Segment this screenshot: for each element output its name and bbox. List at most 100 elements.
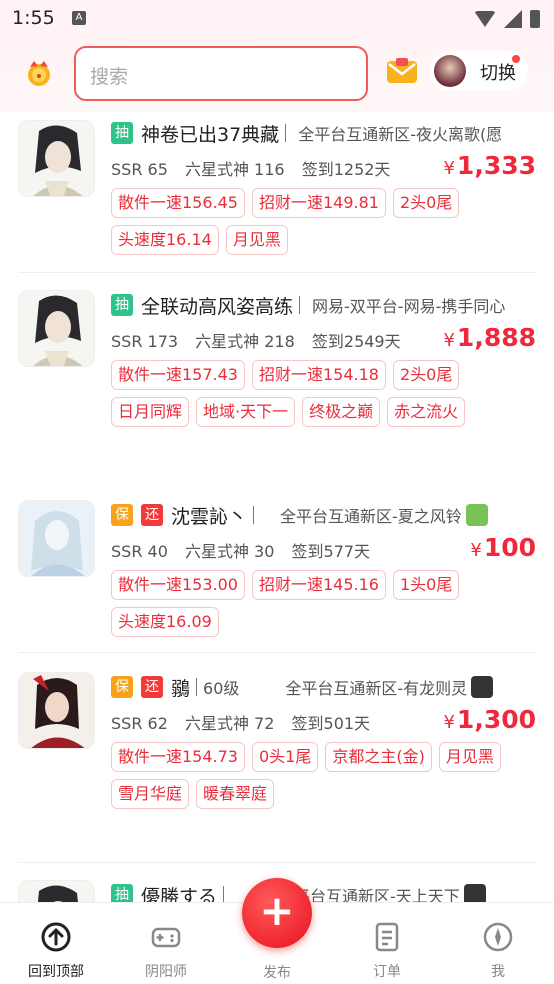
nav-label: 我 — [491, 964, 505, 980]
listing-server: 全平台互通新区-夜火离歌(愿 — [298, 125, 503, 144]
price-value: 100 — [483, 533, 536, 562]
listing-price: ¥1,300 — [443, 705, 536, 734]
list-item[interactable]: 抽 神卷已出37典藏 全平台互通新区-夜火离歌(愿 SSR 65 六星式神 11… — [0, 112, 554, 273]
document-icon — [375, 922, 399, 952]
guarantee-tag: 保 — [111, 676, 133, 698]
attribute-chip: 头速度16.14 — [111, 225, 219, 255]
gamepad-icon — [151, 927, 181, 948]
list-item[interactable]: 保 还 沈雲訫丶 全平台互通新区-夏之风铃 SSR 40 六星式神 30 签到5… — [0, 492, 554, 653]
attribute-chip: 招财一速145.16 — [252, 570, 386, 600]
draw-tag: 抽 — [111, 294, 133, 316]
search-placeholder: 搜索 — [90, 66, 129, 88]
attribute-chip: 地域·天下一 — [196, 397, 296, 427]
signin-days: 签到1252天 — [301, 160, 391, 179]
attribute-chip: 雪月华庭 — [111, 779, 190, 809]
attribute-chip: 月见黑 — [225, 225, 288, 255]
attribute-chip: 月见黑 — [438, 742, 501, 772]
currency-symbol: ¥ — [470, 540, 482, 561]
divider — [196, 678, 198, 696]
listing-server: 网易-双平台-网易-携手同心 — [312, 297, 506, 316]
divider — [285, 124, 287, 142]
price-value: 1,888 — [456, 323, 536, 352]
six-star-count: 六星式神 72 — [184, 714, 275, 733]
ssr-count: SSR 62 — [111, 714, 168, 733]
listing-list[interactable]: 抽 神卷已出37典藏 全平台互通新区-夜火离歌(愿 SSR 65 六星式神 11… — [0, 112, 554, 902]
switch-label: 切换 — [480, 63, 516, 84]
listing-stats: SSR 65 六星式神 116 签到1252天 — [111, 156, 402, 180]
listing-title: 全联动高风姿高练 — [141, 295, 294, 318]
app-screen: 1:55 A 搜索 切换 抽 神卷已出37典藏 全平台互通新区-夜火离歌(愿 S… — [0, 0, 554, 984]
listing-chips: 散件一速156.45 招财一速149.81 2头0尾 头速度16.14 月见黑 — [111, 188, 541, 255]
return-tag: 还 — [141, 676, 163, 698]
nav-label: 回到顶部 — [28, 964, 84, 980]
plus-icon: + — [259, 886, 295, 935]
battery-icon — [530, 10, 540, 28]
divider — [223, 886, 225, 902]
six-star-count: 六星式神 218 — [195, 332, 295, 351]
listing-title: 鶸 — [171, 677, 191, 700]
attribute-chip: 京都之主(金) — [325, 742, 432, 772]
character-portrait-image — [19, 881, 94, 902]
signal-icon — [504, 10, 522, 28]
listing-title: 神卷已出37典藏 — [141, 123, 280, 146]
ssr-count: SSR 40 — [111, 542, 168, 561]
attribute-chip: 散件一速156.45 — [111, 188, 245, 218]
listing-thumbnail — [18, 500, 95, 577]
avatar — [434, 55, 466, 87]
status-time: 1:55 — [12, 7, 55, 29]
signin-days: 签到2549天 — [311, 332, 401, 351]
notification-dot — [512, 55, 520, 63]
character-portrait-image — [19, 291, 94, 366]
nav-label: 阴阳师 — [145, 964, 187, 980]
arrow-up-circle-icon — [41, 922, 71, 952]
nav-back-to-top[interactable]: 回到顶部 — [16, 921, 96, 981]
draw-tag: 抽 — [111, 884, 133, 902]
bell-icon[interactable] — [24, 58, 54, 88]
listing-price: ¥100 — [470, 533, 536, 562]
attribute-chip: 散件一速154.73 — [111, 742, 245, 772]
switch-account-button[interactable]: 切换 — [430, 51, 528, 91]
attribute-chip: 散件一速157.43 — [111, 360, 245, 390]
ssr-count: SSR 173 — [111, 332, 179, 351]
listing-title: 優勝する — [141, 885, 218, 903]
price-value: 1,333 — [456, 151, 536, 180]
listing-level: 60级 — [203, 679, 240, 698]
character-portrait-image — [19, 673, 94, 748]
publish-button[interactable]: + — [242, 878, 312, 948]
price-value: 1,300 — [456, 705, 536, 734]
listing-title-row: 保 还 沈雲訫丶 全平台互通新区-夏之风铃 — [111, 500, 488, 530]
attribute-chip: 1头0尾 — [393, 570, 460, 600]
character-portrait-image — [19, 121, 94, 196]
listing-price: ¥1,888 — [443, 323, 536, 352]
attribute-chip: 终极之巅 — [302, 397, 381, 427]
nav-onmyoji[interactable]: 阴阳师 — [126, 921, 206, 981]
nav-orders[interactable]: 订单 — [347, 921, 427, 981]
attribute-chip: 赤之流火 — [387, 397, 466, 427]
list-item[interactable]: 保 还 鶸 60级 全平台互通新区-有龙则灵 SSR 62 六星式神 72 签到… — [0, 652, 554, 863]
attribute-chip: 日月同辉 — [111, 397, 190, 427]
listing-chips: 散件一速153.00 招财一速145.16 1头0尾 头速度16.09 — [111, 570, 541, 637]
attribute-chip: 2头0尾 — [393, 360, 460, 390]
status-icons — [474, 10, 540, 28]
list-item[interactable]: 抽 全联动高风姿高练 网易-双平台-网易-携手同心 SSR 173 六星式神 2… — [0, 272, 554, 492]
listing-thumbnail — [18, 672, 95, 749]
listing-thumbnail — [18, 290, 95, 367]
listing-stats: SSR 40 六星式神 30 签到577天 — [111, 538, 382, 562]
draw-tag: 抽 — [111, 122, 133, 144]
listing-chips: 散件一速157.43 招财一速154.18 2头0尾 日月同辉 地域·天下一 终… — [111, 360, 541, 427]
listing-title-row: 抽 全联动高风姿高练 网易-双平台-网易-携手同心 — [111, 290, 505, 320]
listing-chips: 散件一速154.73 0头1尾 京都之主(金) 月见黑 雪月华庭 暖春翠庭 — [111, 742, 541, 809]
listing-title-row: 抽 神卷已出37典藏 全平台互通新区-夜火离歌(愿 — [111, 118, 502, 148]
guarantee-tag: 保 — [111, 504, 133, 526]
nav-me[interactable]: 我 — [458, 921, 538, 981]
search-input[interactable]: 搜索 — [74, 46, 368, 101]
currency-symbol: ¥ — [443, 158, 455, 179]
attribute-chip: 0头1尾 — [252, 742, 319, 772]
six-star-count: 六星式神 30 — [184, 542, 275, 561]
status-bar: 1:55 A — [0, 0, 554, 38]
envelope-icon[interactable] — [386, 58, 418, 84]
notification-icon: A — [72, 11, 86, 25]
signin-days: 签到577天 — [291, 542, 371, 561]
signin-days: 签到501天 — [291, 714, 371, 733]
character-portrait-image — [19, 501, 94, 576]
